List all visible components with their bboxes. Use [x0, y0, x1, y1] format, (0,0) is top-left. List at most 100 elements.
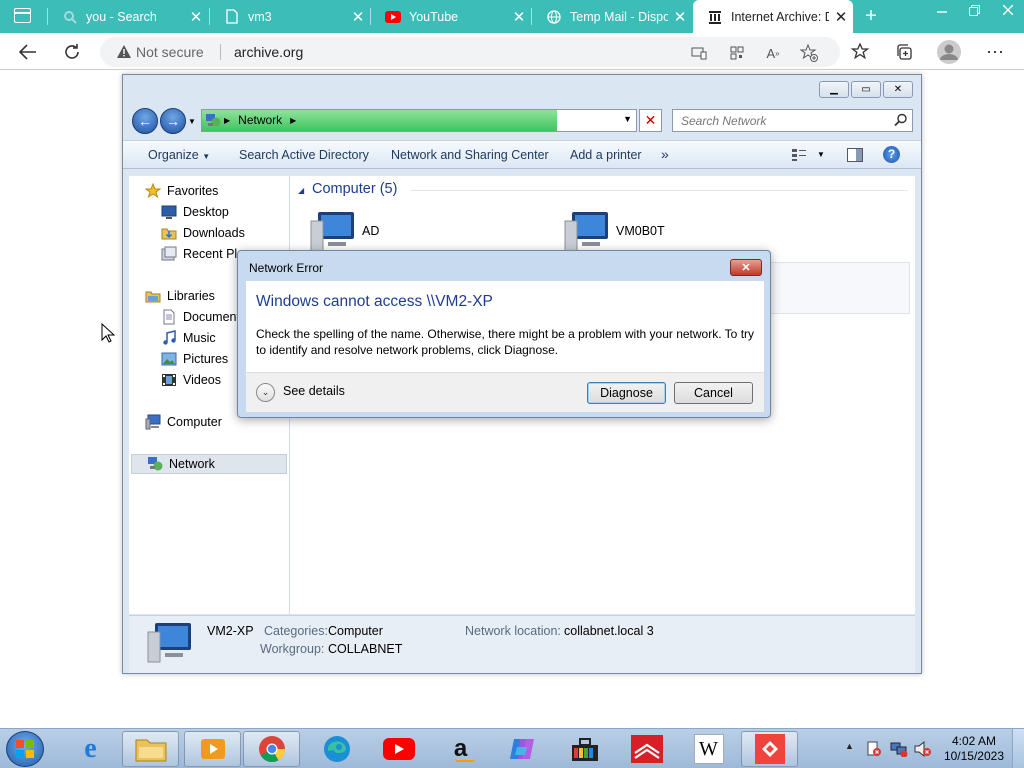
tab-search[interactable]: you - Search ✕	[48, 0, 208, 33]
close-icon[interactable]: ✕	[730, 259, 762, 276]
see-details-toggle[interactable]: See details	[283, 384, 345, 398]
start-button[interactable]	[6, 731, 44, 767]
action-center-icon[interactable]	[866, 741, 882, 757]
taskbar-file-explorer[interactable]	[122, 731, 179, 767]
cancel-button[interactable]: Cancel	[674, 382, 753, 404]
libraries-icon	[145, 288, 161, 304]
computer-item[interactable]: VM0B0T	[564, 209, 804, 253]
sidebar-item-music[interactable]: Music	[161, 328, 216, 348]
network-status-icon[interactable]	[890, 741, 908, 757]
close-tab-icon[interactable]: ✕	[184, 8, 208, 26]
help-icon[interactable]: ?	[883, 146, 900, 163]
expand-details-icon[interactable]: ⌄	[256, 383, 275, 402]
taskbar-media-player[interactable]	[184, 731, 241, 767]
app-available-icon[interactable]	[690, 44, 708, 62]
close-window-icon[interactable]	[991, 0, 1024, 20]
taskbar-amazon[interactable]: a	[432, 731, 489, 767]
refresh-button[interactable]	[60, 40, 84, 64]
favorites-icon[interactable]	[848, 40, 872, 64]
minimize-icon[interactable]: ▁	[819, 81, 849, 98]
security-label[interactable]: Not secure	[136, 44, 204, 60]
explorer-address-bar[interactable]: ▶ Network ▶ ▼	[201, 109, 637, 132]
minimize-icon[interactable]	[925, 0, 958, 20]
back-arrow-icon[interactable]: ←	[132, 108, 158, 134]
profile-avatar[interactable]	[937, 40, 961, 64]
taskbar-chrome[interactable]	[243, 731, 300, 767]
qr-code-icon[interactable]	[728, 44, 746, 62]
tab-temp-mail[interactable]: Temp Mail - Disposable ✕	[532, 0, 692, 33]
tab-vm3[interactable]: vm3 ✕	[210, 0, 370, 33]
sidebar-item-libraries[interactable]: Libraries	[145, 286, 215, 306]
restore-icon[interactable]	[958, 0, 991, 20]
taskbar-internet-explorer[interactable]: e	[62, 731, 119, 767]
change-view-icon[interactable]	[791, 148, 807, 165]
sidebar-item-downloads[interactable]: Downloads	[161, 223, 245, 243]
close-tab-icon[interactable]: ✕	[507, 8, 531, 26]
forward-arrow-icon[interactable]: →	[160, 108, 186, 134]
sidebar-item-computer[interactable]: Computer	[145, 412, 222, 432]
close-tab-icon[interactable]: ✕	[829, 8, 853, 26]
add-favorite-icon[interactable]	[800, 44, 818, 62]
new-tab-button[interactable]: +	[860, 5, 882, 27]
breadcrumb-arrow-icon[interactable]: ▶	[290, 116, 296, 125]
maximize-icon[interactable]: ▭	[851, 81, 881, 98]
copilot-icon	[509, 739, 534, 759]
collections-icon[interactable]	[892, 40, 916, 64]
sidebar-item-documents[interactable]: Documents	[161, 307, 246, 327]
volume-muted-icon[interactable]	[914, 741, 932, 757]
taskbar-edge[interactable]	[308, 731, 365, 767]
network-sharing-center-button[interactable]: Network and Sharing Center	[391, 148, 549, 162]
system-clock[interactable]: 4:02 AM 10/15/2023	[944, 734, 1004, 764]
tab-youtube[interactable]: YouTube ✕	[371, 0, 531, 33]
internet-explorer-icon: e	[84, 733, 97, 764]
search-active-directory-button[interactable]: Search Active Directory	[239, 148, 369, 162]
address-bar[interactable]: Not secure archive.org A»	[100, 37, 840, 67]
computer-item[interactable]: AD	[310, 209, 530, 253]
sidebar-item-favorites[interactable]: Favorites	[144, 181, 218, 201]
taskbar-wikipedia[interactable]: W	[680, 731, 737, 767]
organize-menu[interactable]: Organize ▼	[148, 148, 210, 162]
tab-actions-icon[interactable]	[14, 8, 31, 23]
warning-icon[interactable]	[116, 44, 132, 62]
breadcrumb-network[interactable]: Network	[238, 113, 282, 127]
more-options-icon[interactable]: ⋯	[983, 40, 1007, 64]
group-header[interactable]: Computer (5)	[312, 181, 397, 197]
sidebar-item-network[interactable]: Network	[131, 454, 287, 474]
add-printer-button[interactable]: Add a printer	[570, 148, 642, 162]
url-text[interactable]: archive.org	[234, 44, 303, 60]
explorer-search-box[interactable]: Search Network	[672, 109, 913, 132]
show-hidden-icons-button[interactable]: ▲	[845, 741, 854, 751]
read-aloud-icon[interactable]: A»	[764, 44, 782, 62]
diagnose-button[interactable]: Diagnose	[587, 382, 666, 404]
youtube-icon	[385, 9, 401, 25]
tab-title: Internet Archive: D	[731, 9, 829, 24]
selected-item-highlight[interactable]	[756, 262, 910, 314]
breadcrumb-arrow-icon[interactable]: ▶	[224, 116, 230, 125]
taskbar-toolbox[interactable]	[556, 731, 613, 767]
browser-toolbar: Not secure archive.org A» ⋯	[0, 33, 1024, 70]
videos-icon	[161, 372, 177, 388]
tab-internet-archive[interactable]: Internet Archive: D ✕	[693, 0, 853, 33]
close-tab-icon[interactable]: ✕	[346, 8, 370, 26]
taskbar-bank-of-america[interactable]	[618, 731, 675, 767]
close-tab-icon[interactable]: ✕	[668, 8, 692, 26]
sidebar-item-desktop[interactable]: Desktop	[161, 202, 229, 222]
taskbar-youtube[interactable]	[370, 731, 427, 767]
preview-pane-icon[interactable]	[847, 148, 863, 165]
address-dropdown-icon[interactable]: ▼	[623, 114, 632, 124]
sidebar-item-pictures[interactable]: Pictures	[161, 349, 228, 369]
back-button[interactable]	[16, 40, 40, 64]
collapse-group-icon[interactable]: ◢	[298, 186, 304, 195]
search-icon[interactable]	[894, 113, 908, 127]
view-dropdown-icon[interactable]: ▼	[817, 150, 825, 159]
taskbar-anydesk[interactable]	[741, 731, 798, 767]
close-icon[interactable]: ✕	[883, 81, 913, 98]
show-desktop-button[interactable]	[1012, 729, 1024, 768]
stop-icon[interactable]: ✕	[639, 109, 662, 132]
taskbar-copilot[interactable]	[494, 731, 551, 767]
sidebar-item-videos[interactable]: Videos	[161, 370, 221, 390]
network-error-dialog: Network Error ✕ Windows cannot access \\…	[237, 250, 771, 418]
network-location-label: Network location:	[465, 624, 561, 638]
recent-pages-dropdown[interactable]: ▼	[188, 117, 196, 126]
more-commands-button[interactable]: »	[661, 146, 669, 162]
